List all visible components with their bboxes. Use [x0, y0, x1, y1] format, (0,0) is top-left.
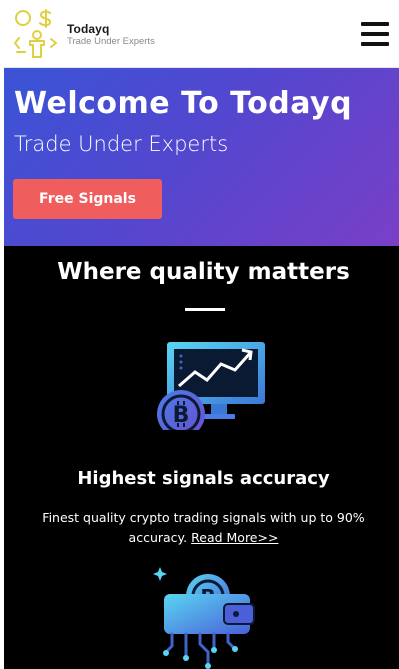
menu-bar	[361, 22, 389, 26]
section-title: Where quality matters	[57, 259, 350, 285]
site-header: Todayq Trade Under Experts	[4, 0, 399, 68]
hero-subtitle: Trade Under Experts	[14, 132, 229, 156]
brand-tagline: Trade Under Experts	[67, 36, 155, 47]
hamburger-menu-icon[interactable]	[361, 22, 389, 46]
feature-title: Highest signals accuracy	[77, 468, 330, 489]
brand-name: Todayq	[67, 22, 110, 36]
menu-bar	[361, 32, 389, 36]
menu-bar	[361, 42, 389, 46]
features-section: Where quality matters B Highest signals …	[4, 246, 399, 669]
section-divider	[185, 308, 225, 311]
bitcoin-chart-monitor-icon: B	[157, 342, 265, 430]
bitcoin-wallet-circuit-icon: B	[153, 567, 255, 669]
read-more-link[interactable]: Read More>>	[191, 530, 278, 545]
page: Todayq Trade Under Experts Welcome To To…	[0, 0, 399, 669]
feature-description: Finest quality crypto trading signals wi…	[16, 508, 391, 548]
logo-icon[interactable]	[11, 8, 63, 60]
hero-title: Welcome To Todayq	[14, 86, 353, 121]
hero-banner: Welcome To Todayq Trade Under Experts Fr…	[4, 68, 399, 246]
svg-text:B: B	[173, 403, 190, 428]
free-signals-button[interactable]: Free Signals	[13, 179, 162, 219]
